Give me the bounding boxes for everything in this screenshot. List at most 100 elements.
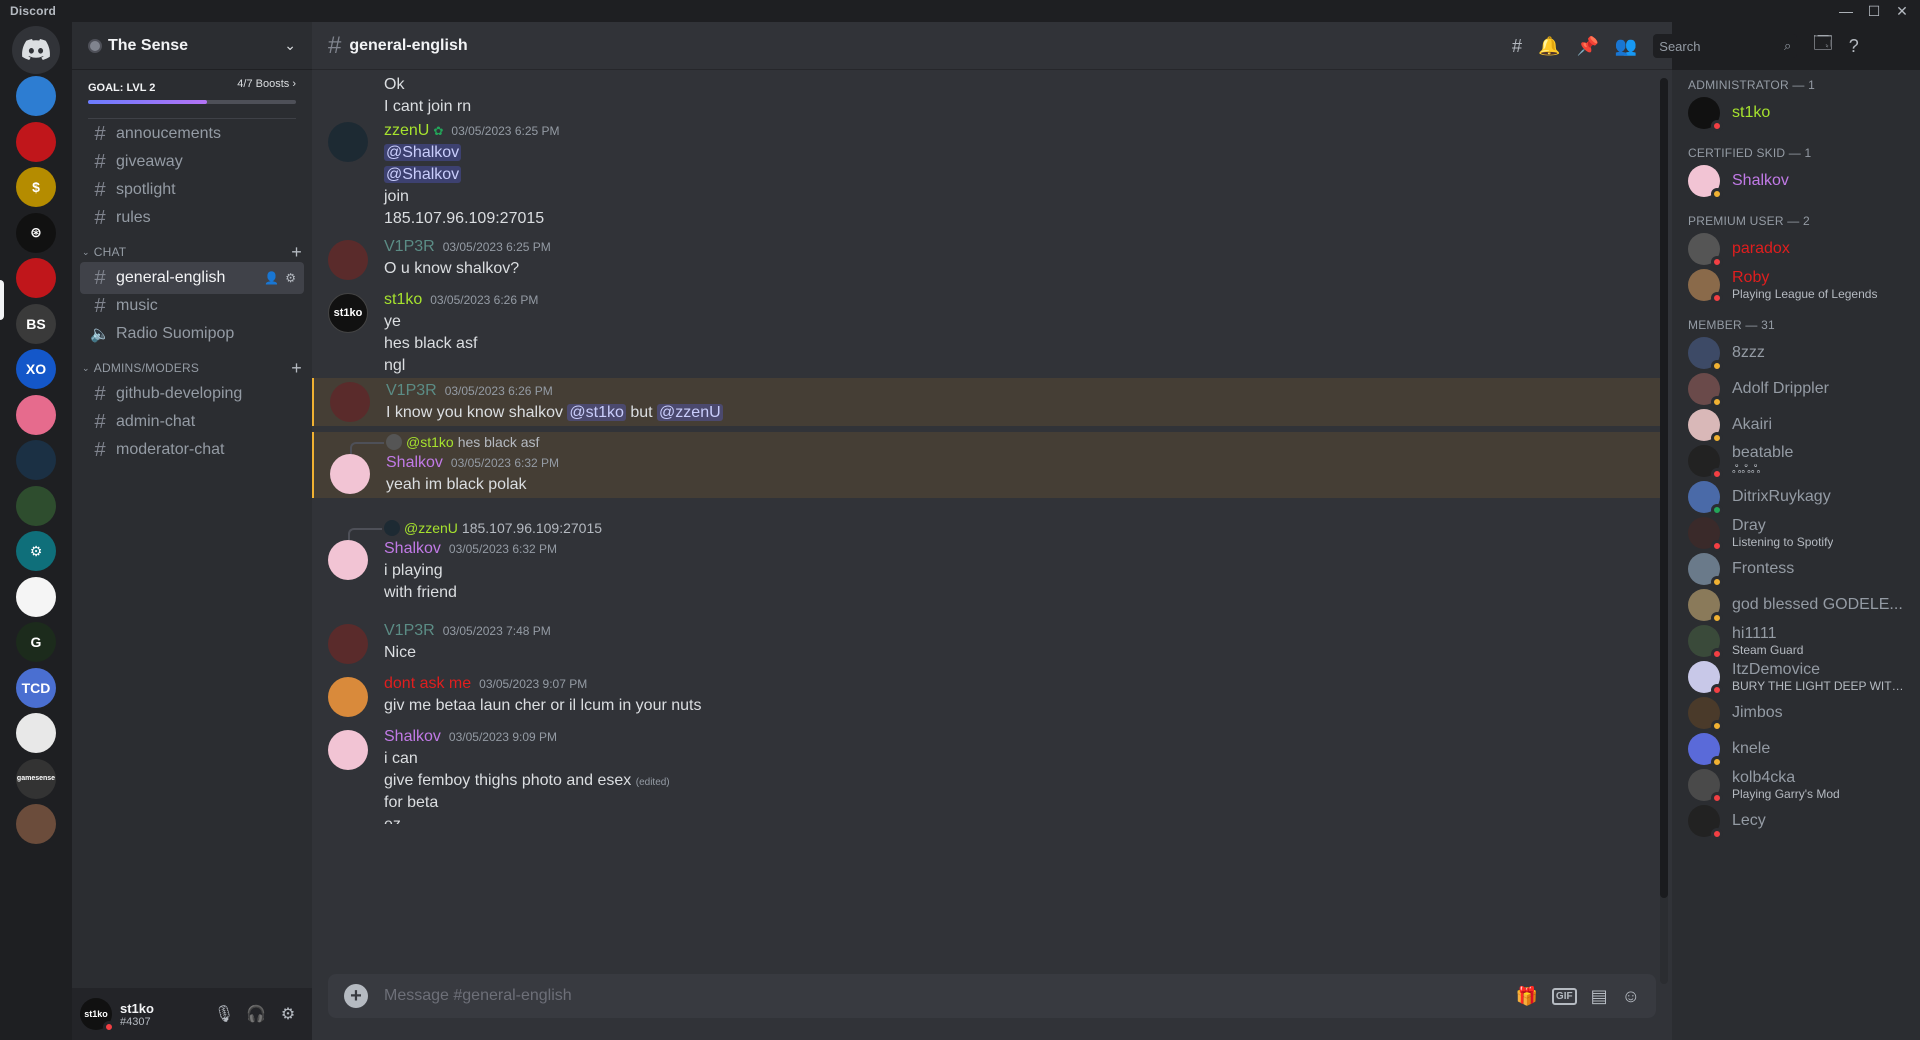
message-author[interactable]: st1ko [384, 291, 422, 309]
message-author[interactable]: zzenU [384, 122, 429, 140]
help-icon[interactable]: ? [1849, 36, 1859, 57]
message[interactable]: Ok I cant join rn [312, 70, 1664, 115]
member-item[interactable]: Roby Playing League of Legends [1680, 264, 1912, 306]
hash-icon: # [94, 410, 106, 433]
invite-user-icon[interactable]: 👤 [264, 271, 279, 285]
avatar[interactable] [330, 382, 370, 422]
user-mention[interactable]: @st1ko [567, 404, 626, 421]
server-icon[interactable] [16, 121, 56, 162]
message[interactable]: V1P3R 03/05/2023 6:25 PM O u know shalkov… [312, 238, 1664, 282]
server-icon[interactable] [16, 76, 56, 116]
message-author[interactable]: dont ask me [384, 675, 471, 693]
boost-goal[interactable]: GOAL: LVL 2 4/7 Boosts › [88, 78, 296, 104]
user-mention[interactable]: @zzenU [657, 404, 723, 421]
gift-icon[interactable]: 🎁 [1516, 986, 1538, 1007]
message[interactable]: @zzenU 185.107.96.109:27015 Shalkov 03/05/… [312, 518, 1664, 610]
user-names[interactable]: st1ko #4307 [120, 1001, 208, 1028]
gear-icon[interactable]: ⚙ [285, 271, 296, 285]
member-item[interactable]: st1ko [1680, 92, 1912, 134]
gear-icon[interactable]: ⚙ [272, 998, 304, 1030]
channel-rules[interactable]: # rules [80, 202, 304, 234]
server-icon[interactable] [16, 485, 56, 526]
user-mention[interactable]: @Shalkov [384, 166, 462, 183]
category-chat[interactable]: ⌄ CHAT + [74, 242, 310, 262]
message-author[interactable]: V1P3R [384, 622, 435, 640]
reply-preview[interactable]: @st1ko hes black asf [386, 434, 539, 450]
server-icon[interactable]: TCD [16, 667, 56, 708]
close-window-button[interactable]: ✕ [1888, 1, 1916, 21]
server-icon[interactable] [16, 258, 56, 298]
sticker-icon[interactable]: ▤ [1591, 986, 1608, 1007]
message[interactable]: Shalkov 03/05/2023 9:09 PM i can give fem… [312, 728, 1664, 838]
message-author[interactable]: V1P3R [384, 238, 435, 256]
member-item[interactable]: Shalkov [1680, 160, 1912, 202]
scrollbar[interactable] [1660, 78, 1668, 984]
server-icon[interactable] [16, 394, 56, 435]
message-author[interactable]: Shalkov [386, 454, 443, 472]
channel-label: giveaway [116, 153, 183, 170]
voice-channel-radio-suomipop[interactable]: 🔈 Radio Suomipop [80, 318, 304, 350]
server-icon[interactable]: XO [16, 349, 56, 389]
avatar[interactable] [328, 240, 368, 280]
hash-icon: # [94, 150, 106, 173]
message-input[interactable] [384, 987, 1516, 1005]
message-list[interactable]: Ok I cant join rn zzenU ✿ 03/05/2023 6:25 … [312, 70, 1672, 992]
add-channel-icon[interactable]: + [291, 358, 302, 379]
minimize-button[interactable]: — [1832, 1, 1860, 21]
avatar[interactable]: st1ko [328, 293, 368, 333]
member-activity: Playing Garry's Mod [1732, 787, 1840, 801]
add-attachment-button[interactable]: + [344, 984, 368, 1008]
inbox-icon[interactable]: 🗔 [1813, 31, 1833, 61]
reply-preview[interactable]: @zzenU 185.107.96.109:27015 [384, 520, 602, 536]
message[interactable]: st1ko st1ko 03/05/2023 6:26 PM ye hes bla… [312, 291, 1664, 374]
message-author[interactable]: Shalkov [384, 728, 441, 746]
message[interactable]: V1P3R 03/05/2023 7:48 PM Nice [312, 622, 1664, 666]
server-icon[interactable] [16, 576, 56, 617]
server-icon[interactable]: ⚙ [16, 531, 56, 571]
server-icon[interactable] [16, 713, 56, 753]
emoji-icon[interactable]: ☺ [1622, 986, 1640, 1007]
message-author[interactable]: V1P3R [386, 382, 437, 400]
reply-connector [350, 442, 384, 454]
threads-icon[interactable]: # [1512, 36, 1522, 57]
server-icon[interactable]: BS [16, 303, 56, 344]
avatar[interactable] [328, 624, 368, 664]
channel-moderator-chat[interactable]: # moderator-chat [80, 434, 304, 466]
member-list-icon[interactable]: 👥 [1615, 36, 1637, 57]
server-icon[interactable] [16, 440, 56, 480]
guild-header[interactable]: The Sense ⌄ [72, 22, 312, 70]
scrollbar-thumb[interactable] [1660, 78, 1668, 898]
status-idle-indicator [1711, 188, 1723, 200]
headphones-icon[interactable]: 🎧 [240, 998, 272, 1030]
search-input[interactable]: Search ⌕ [1653, 34, 1798, 58]
avatar[interactable] [328, 122, 368, 162]
server-icon[interactable]: ⊛ [16, 212, 56, 253]
message[interactable]: dont ask me 03/05/2023 9:07 PM giv me bet… [312, 675, 1664, 719]
message[interactable]: zzenU ✿ 03/05/2023 6:25 PM @Shalkov @Shalk… [312, 122, 1664, 227]
bell-icon[interactable]: 🔔 [1538, 36, 1560, 57]
member-name: Shalkov [1732, 172, 1789, 189]
avatar[interactable] [330, 454, 370, 494]
pin-icon[interactable]: 📌 [1576, 36, 1598, 57]
add-channel-icon[interactable]: + [291, 242, 302, 263]
avatar[interactable]: st1ko [80, 998, 115, 1033]
home-button[interactable] [12, 26, 60, 74]
avatar[interactable] [328, 540, 368, 580]
gif-button[interactable]: GIF [1551, 987, 1577, 1005]
server-icon[interactable]: G [16, 622, 56, 662]
server-icon[interactable] [16, 804, 56, 844]
avatar[interactable] [328, 677, 368, 717]
avatar[interactable] [328, 730, 368, 770]
microphone-icon[interactable]: 🎙 [208, 998, 240, 1030]
message-highlighted[interactable]: @st1ko hes black asf Shalkov 03/05/2023 6:… [312, 432, 1664, 498]
user-mention[interactable]: @Shalkov [384, 144, 462, 161]
server-icon[interactable]: $ [16, 167, 56, 207]
timestamp: 03/05/2023 6:26 PM [430, 293, 539, 307]
category-admins-moders[interactable]: ⌄ ADMINS/MODERS + [74, 358, 310, 378]
message-highlighted[interactable]: V1P3R 03/05/2023 6:26 PM I know you know … [312, 378, 1664, 426]
member-item[interactable]: Lecy [1680, 800, 1912, 842]
hash-icon: # [328, 31, 342, 59]
maximize-button[interactable]: ☐ [1860, 1, 1888, 21]
message-author[interactable]: Shalkov [384, 540, 441, 558]
server-icon[interactable]: gamesense [16, 758, 56, 799]
